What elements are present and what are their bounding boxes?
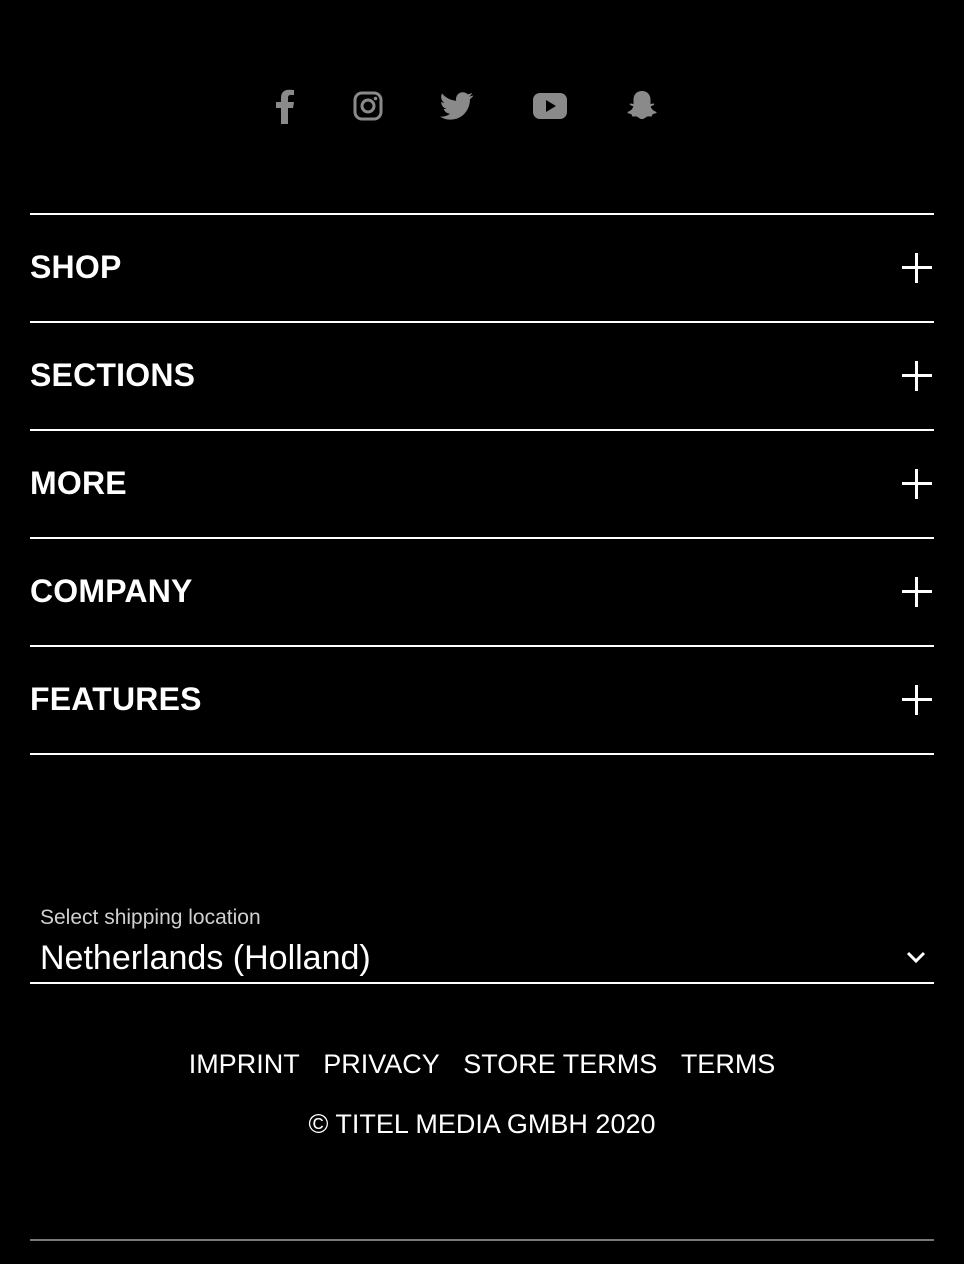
- twitter-icon[interactable]: [437, 86, 477, 126]
- shipping-location-value: Netherlands (Holland): [40, 939, 371, 977]
- privacy-link[interactable]: PRIVACY: [323, 1049, 440, 1079]
- accordion-label-company: COMPANY: [30, 573, 193, 609]
- accordion-item-company[interactable]: COMPANY: [30, 539, 934, 647]
- social-links: [0, 86, 964, 130]
- snapchat-icon[interactable]: [622, 86, 662, 126]
- plus-icon[interactable]: [902, 253, 932, 283]
- shipping-location-select[interactable]: Select shipping location Netherlands (Ho…: [30, 904, 934, 984]
- legal-links: IMPRINT PRIVACY STORE TERMS TERMS: [0, 1046, 964, 1082]
- accordion-label-features: FEATURES: [30, 681, 202, 717]
- accordion-item-features[interactable]: FEATURES: [30, 647, 934, 755]
- accordion-item-sections[interactable]: SECTIONS: [30, 323, 934, 431]
- footer-accordion: SHOP SECTIONS MORE COMPANY FEATURES: [30, 213, 934, 755]
- plus-icon[interactable]: [902, 685, 932, 715]
- accordion-item-shop[interactable]: SHOP: [30, 215, 934, 323]
- plus-icon[interactable]: [902, 361, 932, 391]
- instagram-icon[interactable]: [348, 86, 388, 126]
- terms-link[interactable]: TERMS: [681, 1049, 776, 1079]
- copyright-text: © TITEL MEDIA GMBH 2020: [308, 1109, 656, 1139]
- youtube-icon[interactable]: [530, 86, 570, 126]
- imprint-link[interactable]: IMPRINT: [189, 1049, 300, 1079]
- facebook-icon[interactable]: [265, 86, 305, 126]
- footer-page: SHOP SECTIONS MORE COMPANY FEATURES Sele…: [0, 0, 964, 1264]
- accordion-label-shop: SHOP: [30, 249, 122, 285]
- plus-icon[interactable]: [902, 469, 932, 499]
- store-terms-link[interactable]: STORE TERMS: [463, 1049, 657, 1079]
- shipping-location-label: Select shipping location: [40, 906, 261, 929]
- plus-icon[interactable]: [902, 577, 932, 607]
- chevron-down-icon[interactable]: [906, 950, 926, 964]
- accordion-label-more: MORE: [30, 465, 127, 501]
- bottom-divider: [30, 1239, 934, 1241]
- accordion-label-sections: SECTIONS: [30, 357, 196, 393]
- accordion-item-more[interactable]: MORE: [30, 431, 934, 539]
